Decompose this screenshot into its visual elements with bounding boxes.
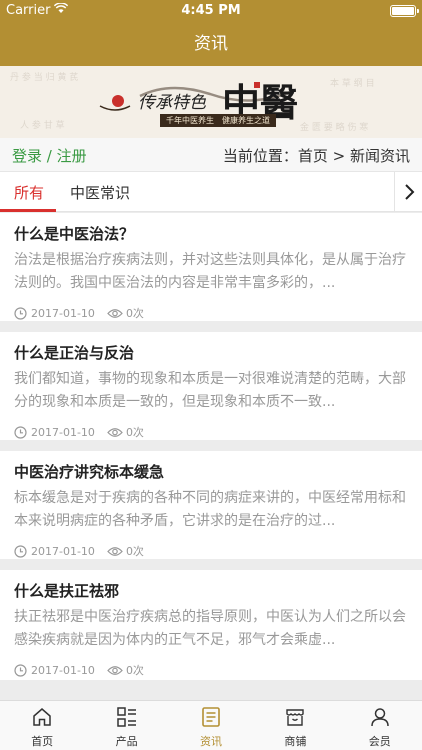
svg-text:本 草 纲 目: 本 草 纲 目	[330, 77, 375, 89]
tabs-more-button[interactable]	[394, 172, 422, 212]
article-date: 2017-01-10	[31, 306, 95, 320]
tabbar-shop[interactable]: 商铺	[253, 701, 337, 750]
banner-image[interactable]: 丹 参 当 归 黄 芪本 草 纲 目 人 参 甘 草 金 匮 要 略 伤 寒 传承…	[0, 66, 422, 138]
grid-list-icon	[116, 707, 136, 727]
article-card[interactable]: 中医治疗讲究标本缓急 标本缓急是对于疾病的各种不同的病症来讲的，中医经常用标和本…	[0, 451, 422, 559]
svg-text:金 匮 要 略 伤 寒: 金 匮 要 略 伤 寒	[300, 121, 368, 133]
clock: 4:45 PM	[181, 3, 241, 18]
bottom-tab-bar: 首页 产品 资讯 商铺 会员	[0, 700, 422, 750]
tab-tcm-knowledge[interactable]: 中医常识	[70, 182, 130, 203]
banner-sub-slogan: 千年中医养生 健康养生之道	[160, 114, 276, 127]
tabbar-products[interactable]: 产品	[84, 701, 168, 750]
article-views: 0次	[125, 545, 144, 558]
tabbar-member[interactable]: 会员	[338, 701, 422, 750]
svg-text:丹 参 当 归 黄 芪: 丹 参 当 归 黄 芪	[10, 71, 78, 83]
article-date: 2017-01-10	[31, 663, 95, 677]
user-icon	[371, 708, 389, 727]
article-card[interactable]: 什么是正治与反治 我们都知道，事物的现象和本质是一对很难说清楚的范畴，大部分的现…	[0, 332, 422, 440]
tabbar-home[interactable]: 首页	[0, 701, 84, 750]
article-summary: 扶正祛邪是中医治疗疾病总的指导原则，中医认为人们之所以会感染疾病就是因为体内的正…	[14, 609, 406, 648]
home-icon	[33, 708, 51, 726]
article-views: 0次	[125, 664, 144, 677]
article-summary: 治法是根据治疗疾病法则，并对这些法则具体化，是从属于治疗法则的。我国中医治法的内…	[14, 252, 406, 291]
article-summary: 标本缓急是对于疾病的各种不同的病症来讲的，中医经常用标和本来说明病症的各种矛盾，…	[14, 490, 406, 529]
eye-icon	[107, 546, 123, 556]
article-title[interactable]: 中医治疗讲究标本缓急	[14, 461, 164, 482]
clock-icon	[14, 306, 27, 320]
category-tabs: 所有 中医常识	[0, 172, 422, 212]
breadcrumb: 当前位置：首页 > 新闻资讯	[222, 147, 410, 165]
article-card[interactable]: 什么是扶正祛邪 扶正祛邪是中医治疗疾病总的指导原则，中医认为人们之所以会感染疾病…	[0, 570, 422, 680]
article-views: 0次	[125, 307, 144, 320]
shop-icon	[286, 709, 305, 726]
battery-icon	[390, 5, 419, 17]
article-title[interactable]: 什么是扶正祛邪	[14, 580, 119, 601]
chevron-right-icon	[404, 184, 414, 200]
article-date: 2017-01-10	[31, 544, 95, 558]
clock-icon	[14, 544, 27, 558]
tabbar-label: 商铺	[284, 735, 307, 748]
banner-artwork: 丹 参 当 归 黄 芪本 草 纲 目 人 参 甘 草 金 匮 要 略 伤 寒	[0, 66, 422, 138]
article-title[interactable]: 什么是中医治法？	[14, 223, 134, 244]
article-views: 0次	[125, 426, 144, 439]
banner-slogan-left: 传承特色	[138, 93, 206, 113]
tab-all[interactable]: 所有	[14, 182, 44, 203]
eye-icon	[107, 308, 123, 318]
clock-icon	[14, 663, 27, 677]
article-meta: 2017-01-10 0次	[14, 424, 144, 440]
breadcrumb-row: 登录 / 注册 当前位置：首页 > 新闻资讯	[0, 138, 422, 172]
news-icon	[202, 707, 220, 727]
active-tab-indicator	[0, 209, 56, 212]
tabbar-label: 资讯	[199, 735, 222, 748]
eye-icon	[107, 665, 123, 675]
status-bar: Carrier 4:45 PM	[0, 0, 422, 22]
login-register-link[interactable]: 登录 / 注册	[12, 145, 87, 166]
clock-icon	[14, 425, 27, 439]
tabbar-news[interactable]: 资讯	[169, 701, 253, 750]
article-summary: 我们都知道，事物的现象和本质是一对很难说清楚的范畴，大部分的现象和本质是一致的，…	[14, 371, 406, 410]
article-meta: 2017-01-10 0次	[14, 305, 144, 321]
svg-text:人 参 甘 草: 人 参 甘 草	[20, 119, 65, 131]
article-meta: 2017-01-10 0次	[14, 543, 144, 559]
tabbar-label: 会员	[368, 735, 391, 748]
eye-icon	[107, 427, 123, 437]
tabbar-label: 首页	[31, 735, 54, 748]
tabbar-label: 产品	[115, 735, 138, 748]
article-title[interactable]: 什么是正治与反治	[14, 342, 134, 363]
article-date: 2017-01-10	[31, 425, 95, 439]
nav-title: 资讯	[0, 22, 422, 66]
article-meta: 2017-01-10 0次	[14, 662, 144, 678]
article-card[interactable]: 什么是中医治法？ 治法是根据治疗疾病法则，并对这些法则具体化，是从属于治疗法则的…	[0, 213, 422, 321]
